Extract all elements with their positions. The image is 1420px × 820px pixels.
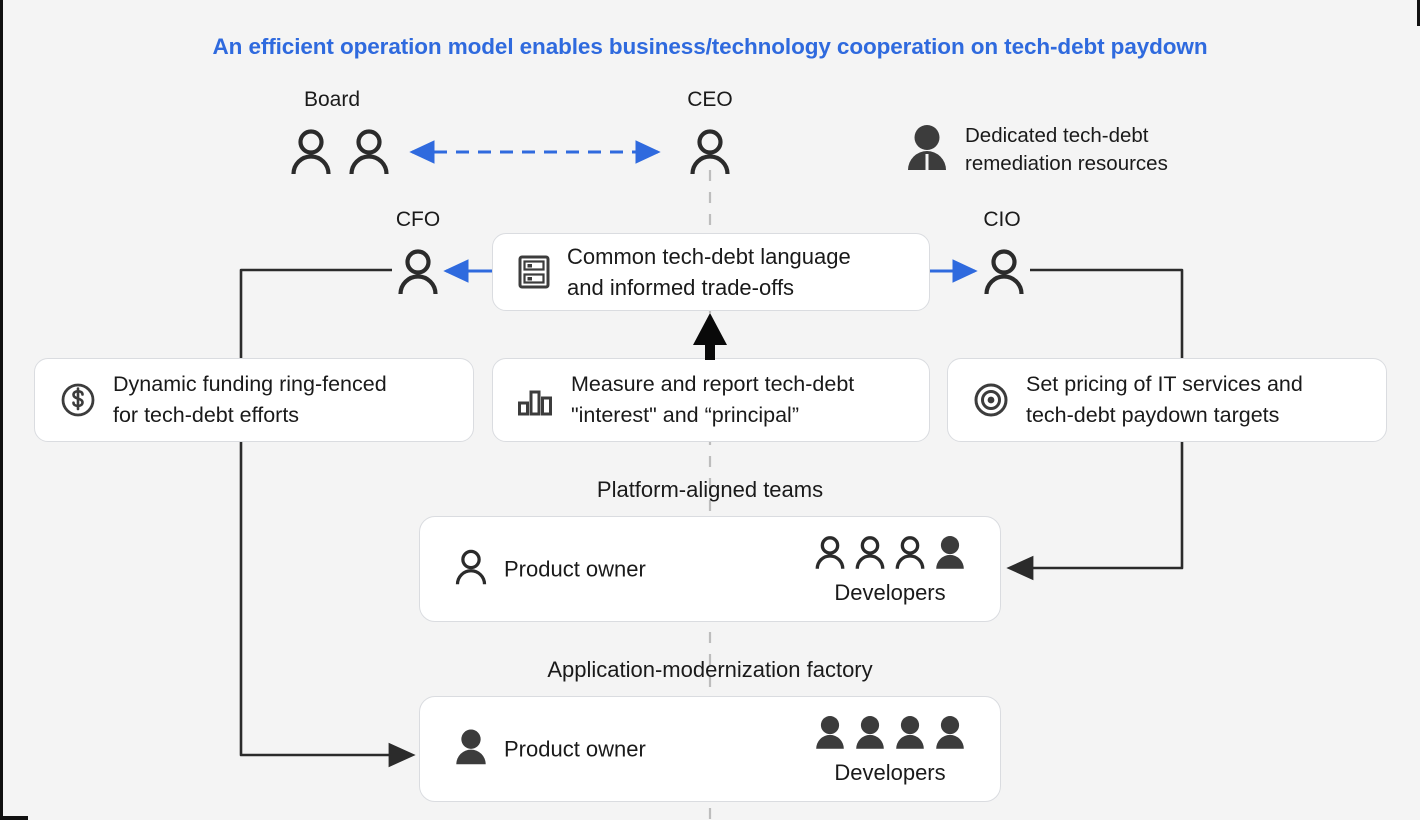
frame-bottom-edge bbox=[0, 816, 28, 820]
person-filled-icon bbox=[934, 535, 966, 574]
board-people bbox=[289, 128, 391, 179]
legend: Dedicated tech-debt remediation resource… bbox=[905, 122, 1168, 177]
card-set-pricing-text: Set pricing of IT services and tech-debt… bbox=[1026, 372, 1303, 427]
cfo-label: CFO bbox=[395, 208, 441, 231]
platform-product-owner: Product owner bbox=[454, 549, 646, 590]
card-common-language[interactable]: Common tech-debt language and informed t… bbox=[492, 233, 930, 311]
diagram-canvas: An efficient operation model enables bus… bbox=[0, 0, 1420, 820]
person-filled-icon bbox=[814, 715, 846, 754]
person-filled-icon bbox=[894, 715, 926, 754]
person-outline-icon bbox=[347, 128, 391, 179]
platform-developers: Developers bbox=[814, 535, 966, 606]
person-filled-icon bbox=[454, 729, 488, 770]
person-outline-icon bbox=[289, 128, 333, 179]
factory-developers-label: Developers bbox=[834, 760, 946, 785]
dollar-circle-icon bbox=[59, 381, 97, 419]
card-set-pricing[interactable]: Set pricing of IT services and tech-debt… bbox=[947, 358, 1387, 442]
measure-to-center-up-arrow bbox=[693, 313, 727, 360]
platform-developers-label: Developers bbox=[834, 580, 946, 605]
platform-developer-icons bbox=[814, 535, 966, 574]
bar-chart-icon bbox=[517, 384, 555, 416]
server-rack-icon bbox=[517, 253, 551, 291]
person-outline-icon bbox=[982, 248, 1026, 299]
factory-developers: Developers bbox=[814, 715, 966, 786]
person-outline-icon bbox=[454, 549, 488, 590]
target-icon bbox=[972, 381, 1010, 419]
factory-caption: Application-modernization factory bbox=[547, 657, 873, 682]
factory-developer-icons bbox=[814, 715, 966, 754]
factory-product-owner: Product owner bbox=[454, 729, 646, 770]
person-filled-icon bbox=[905, 124, 949, 175]
card-dynamic-funding-text: Dynamic funding ring-fenced for tech-deb… bbox=[113, 372, 387, 427]
board-label: Board bbox=[303, 88, 361, 111]
person-filled-icon bbox=[854, 715, 886, 754]
platform-product-owner-label: Product owner bbox=[504, 556, 646, 581]
cio-people bbox=[982, 248, 1026, 299]
factory-product-owner-label: Product owner bbox=[504, 736, 646, 761]
person-outline-icon bbox=[854, 535, 886, 574]
cfo-people bbox=[396, 248, 440, 299]
cio-label: CIO bbox=[983, 208, 1021, 231]
person-filled-icon bbox=[934, 715, 966, 754]
ceo-people bbox=[688, 128, 732, 179]
person-outline-icon bbox=[814, 535, 846, 574]
person-outline-icon bbox=[688, 128, 732, 179]
team-card-platform-aligned[interactable]: Product owner Developers bbox=[419, 516, 1001, 622]
page-title: An efficient operation model enables bus… bbox=[212, 34, 1208, 59]
person-outline-icon bbox=[396, 248, 440, 299]
platform-teams-caption: Platform-aligned teams bbox=[596, 477, 824, 502]
frame-left-edge bbox=[0, 0, 3, 820]
team-card-app-modernization[interactable]: Product owner Developers bbox=[419, 696, 1001, 802]
person-outline-icon bbox=[894, 535, 926, 574]
card-measure-report-text: Measure and report tech-debt "interest" … bbox=[571, 372, 855, 427]
card-common-language-text: Common tech-debt language and informed t… bbox=[567, 243, 851, 300]
card-measure-report[interactable]: Measure and report tech-debt "interest" … bbox=[492, 358, 930, 442]
card-dynamic-funding[interactable]: Dynamic funding ring-fenced for tech-deb… bbox=[34, 358, 474, 442]
legend-label: Dedicated tech-debt remediation resource… bbox=[965, 124, 1168, 175]
ceo-label: CEO bbox=[687, 88, 733, 111]
